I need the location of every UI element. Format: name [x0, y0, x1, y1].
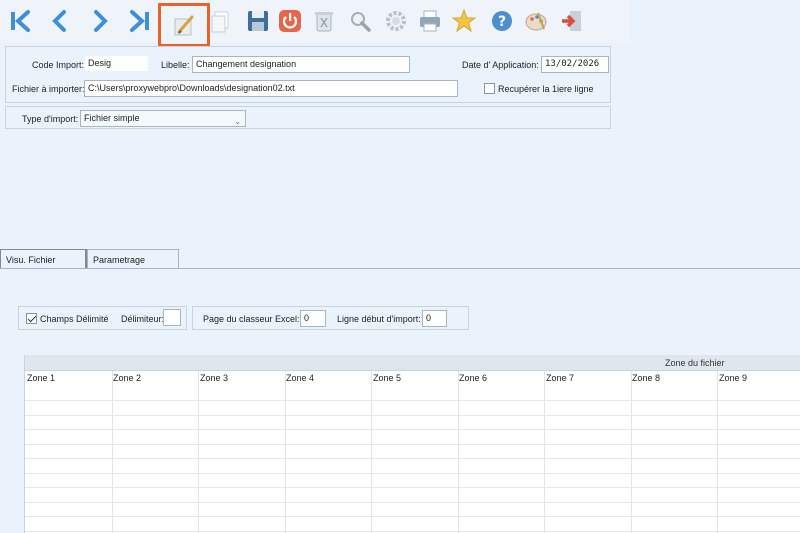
delimiteur-label: Délimiteur:	[121, 314, 165, 324]
column-header-zone-1[interactable]: Zone 1	[25, 371, 55, 385]
copy-icon[interactable]	[204, 5, 236, 37]
fichier-label: Fichier à importer:	[12, 84, 85, 94]
grid-column-divider	[198, 371, 199, 533]
fichier-field[interactable]: C:\Users\proxywebpro\Downloads\designati…	[84, 80, 458, 97]
libelle-label: Libelle:	[161, 60, 190, 70]
grid-row-divider	[25, 487, 800, 488]
type-import-value: Fichier simple	[84, 113, 140, 123]
grid-row-divider	[25, 400, 800, 401]
grid-row-divider	[25, 501, 800, 503]
search-icon[interactable]	[344, 5, 376, 37]
chevron-down-icon: ⌄	[234, 117, 241, 126]
column-header-zone-4[interactable]: Zone 4	[284, 371, 314, 385]
tab-divider	[0, 268, 800, 269]
trash-icon[interactable]	[308, 5, 340, 37]
grid-row-divider	[25, 530, 800, 532]
grid-column-divider	[717, 371, 718, 533]
grid-row-divider	[25, 472, 800, 474]
column-header-zone-7[interactable]: Zone 7	[544, 371, 574, 385]
grid-column-divider	[111, 371, 113, 533]
grid-band-header: Zone du fichier	[25, 355, 800, 371]
tab-visu-fichier[interactable]: Visu. Fichier	[0, 249, 87, 268]
save-icon[interactable]	[242, 5, 274, 37]
grid-column-divider	[284, 371, 286, 533]
power-icon[interactable]	[274, 5, 306, 37]
ligne-debut-label: Ligne début d'import:	[337, 314, 421, 324]
date-field[interactable]: 13/02/2026	[541, 56, 609, 73]
code-import-label: Code Import:	[32, 60, 85, 70]
toolbar: ?	[0, 0, 630, 47]
delimiteur-field[interactable]	[163, 309, 181, 326]
edit-icon[interactable]	[158, 3, 210, 47]
grid-column-headers: Zone 1 Zone 2 Zone 3 Zone 4 Zone 5 Zone …	[25, 371, 800, 385]
grid-row-divider	[25, 429, 800, 430]
column-header-zone-2[interactable]: Zone 2	[111, 371, 141, 385]
ligne-debut-field[interactable]: 0	[422, 310, 447, 327]
page-classeur-label: Page du classeur Excel:	[203, 314, 300, 324]
star-icon[interactable]	[448, 5, 480, 37]
header-panel: Code Import: Desig Libelle: Changement d…	[5, 46, 611, 103]
import-options-panel: Page du classeur Excel: 0 Ligne début d'…	[192, 306, 469, 330]
column-header-zone-5[interactable]: Zone 5	[371, 371, 401, 385]
delimiter-panel: Champs Délimité Délimiteur:	[18, 306, 187, 330]
file-grid[interactable]: Zone du fichier Zone 1 Zone 2 Zone 3 Zon…	[24, 355, 800, 533]
previous-icon[interactable]	[44, 5, 76, 37]
print-icon[interactable]	[414, 5, 446, 37]
gear-icon[interactable]	[380, 5, 412, 37]
column-header-zone-3[interactable]: Zone 3	[198, 371, 228, 385]
grid-row-divider	[25, 516, 800, 517]
column-header-zone-6[interactable]: Zone 6	[457, 371, 487, 385]
last-icon[interactable]	[124, 5, 156, 37]
type-import-panel: Type d'import: Fichier simple ⌄	[5, 106, 611, 129]
grid-column-divider	[630, 371, 632, 533]
grid-row-divider	[25, 414, 800, 416]
first-icon[interactable]	[4, 5, 36, 37]
grid-column-divider	[371, 371, 372, 533]
tab-parametrage[interactable]: Parametrage	[87, 249, 179, 268]
palette-icon[interactable]	[520, 5, 552, 37]
next-icon[interactable]	[84, 5, 116, 37]
grid-band-label: Zone du fichier	[665, 358, 725, 368]
date-label: Date d' Application:	[462, 60, 539, 70]
column-header-zone-8[interactable]: Zone 8	[630, 371, 660, 385]
column-header-zone-9[interactable]: Zone 9	[717, 371, 747, 385]
svg-text:?: ?	[498, 14, 506, 30]
champs-delimite-checkbox[interactable]	[26, 313, 37, 324]
libelle-field[interactable]: Changement designation	[192, 56, 410, 73]
grid-row-divider	[25, 443, 800, 445]
recuperer-checkbox[interactable]	[484, 83, 495, 94]
grid-column-divider	[544, 371, 545, 533]
type-import-select[interactable]: Fichier simple ⌄	[80, 110, 246, 127]
code-import-field[interactable]: Desig	[84, 55, 149, 72]
recuperer-label: Recupérer la 1iere ligne	[498, 84, 594, 94]
page-classeur-field[interactable]: 0	[300, 310, 326, 327]
champs-delimite-label: Champs Délimité	[40, 314, 109, 324]
grid-column-divider	[457, 371, 459, 533]
exit-icon[interactable]	[556, 5, 588, 37]
grid-row-divider	[25, 458, 800, 459]
help-icon[interactable]: ?	[486, 5, 518, 37]
type-import-label: Type d'import:	[22, 114, 79, 124]
